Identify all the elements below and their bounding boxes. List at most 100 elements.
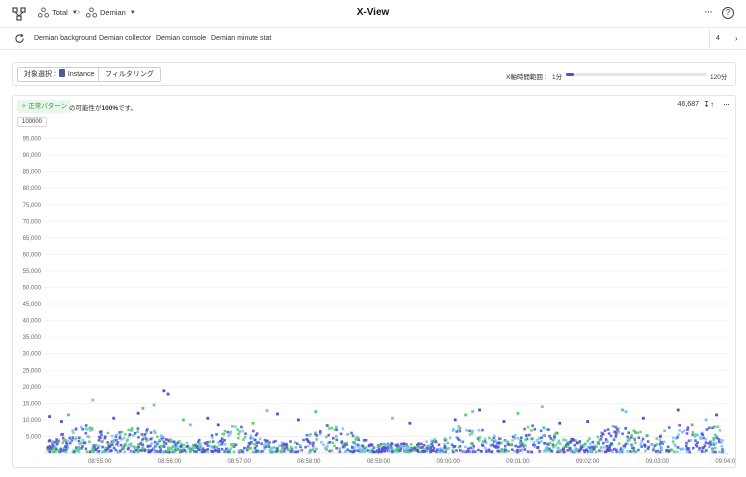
scatter-point	[217, 450, 220, 453]
scatter-point	[328, 440, 332, 444]
scatter-outlier-point[interactable]	[586, 420, 590, 423]
y-tick-label: 50,000	[23, 286, 42, 292]
tab-demian-background[interactable]: Demian background	[34, 35, 97, 42]
scatter-point	[253, 438, 257, 442]
scatter-point	[548, 441, 552, 445]
scatter-outlier-point[interactable]	[516, 411, 520, 415]
scatter-point	[546, 442, 549, 446]
scatter-outlier-point[interactable]	[641, 416, 645, 420]
scatter-point	[391, 449, 394, 453]
scatter-outlier-point[interactable]	[216, 423, 220, 427]
scatter-point	[267, 442, 271, 446]
scatter-outlier-point[interactable]	[391, 416, 394, 420]
target-select-button[interactable]: 対象選択 : Instance	[17, 67, 102, 82]
scatter-outlier-point[interactable]	[166, 392, 170, 396]
x-axis-range-slider[interactable]	[566, 73, 707, 76]
scatter-outlier-point[interactable]	[136, 411, 140, 415]
scatter-point	[666, 445, 670, 449]
scatter-point	[637, 448, 640, 452]
scatter-point	[472, 445, 476, 448]
scatter-outlier-point[interactable]	[162, 389, 166, 393]
scatter-point	[530, 450, 534, 454]
scatter-point	[703, 444, 707, 448]
scatter-outlier-point[interactable]	[91, 398, 95, 402]
scatter-outlier-point[interactable]	[314, 410, 318, 414]
scatter-outlier-point[interactable]	[715, 413, 718, 417]
scatter-point	[185, 441, 189, 445]
scatter-outlier-point[interactable]	[265, 409, 269, 413]
y-tick-label: 10,000	[23, 418, 42, 424]
scatter-point	[80, 425, 83, 429]
scatter-outlier-point[interactable]	[60, 420, 63, 423]
scatter-outlier-point[interactable]	[621, 408, 624, 412]
scatter-outlier-point[interactable]	[558, 421, 562, 425]
scatter-outlier-point[interactable]	[502, 420, 506, 423]
tab-demian-console[interactable]: Demian console	[156, 35, 206, 42]
scatter-point	[262, 444, 266, 447]
scatter-outlier-point[interactable]	[704, 418, 708, 422]
xview-scatter-chart[interactable]: 5,000 10,000 15,000 20,000 25,000 30,000 35,00…	[13, 96, 735, 467]
scatter-point	[526, 425, 530, 429]
sort-icon[interactable]: ↧↑	[703, 100, 714, 109]
scatter-point	[109, 449, 113, 452]
scatter-outlier-point[interactable]	[276, 412, 279, 416]
scatter-point	[688, 450, 692, 454]
x-tick-label: 08:55:00	[88, 459, 112, 465]
scatter-point	[618, 450, 622, 453]
filtering-button[interactable]: フィルタリング	[98, 67, 161, 82]
tab-count-dropdown[interactable]: 4 ›	[709, 29, 746, 50]
scatter-outlier-point[interactable]	[48, 415, 51, 418]
panel-more-icon[interactable]: ···	[723, 99, 730, 109]
scatter-outlier-point[interactable]	[112, 416, 116, 420]
scatter-outlier-point[interactable]	[453, 418, 457, 422]
scatter-point	[458, 426, 462, 430]
scatter-point	[169, 439, 173, 442]
scatter-point	[206, 450, 209, 454]
scatter-outlier-point[interactable]	[141, 406, 145, 410]
scatter-point	[141, 443, 144, 446]
scatter-point	[189, 449, 192, 452]
scatter-point	[493, 434, 496, 438]
scatter-outlier-point[interactable]	[181, 418, 185, 422]
tab-demian-minute-stat[interactable]: Demian minute stat	[211, 35, 271, 42]
scatter-point	[488, 436, 491, 440]
scatter-point	[586, 439, 590, 443]
scatter-point	[607, 446, 610, 450]
scatter-point	[227, 434, 230, 438]
scatter-point	[243, 446, 246, 450]
more-options-icon[interactable]: ···	[704, 6, 713, 18]
app-logo-icon[interactable]	[12, 7, 26, 21]
scatter-outlier-point[interactable]	[471, 410, 475, 414]
scatter-point	[530, 429, 533, 432]
scatter-outlier-point[interactable]	[188, 423, 192, 427]
y-tick-label: 80,000	[23, 186, 42, 192]
scatter-outlier-point[interactable]	[464, 413, 468, 417]
scatter-outlier-point[interactable]	[540, 405, 544, 409]
scatter-outlier-point[interactable]	[408, 421, 412, 425]
scatter-point	[614, 425, 617, 429]
scatter-outlier-point[interactable]	[251, 421, 255, 425]
scatter-outlier-point[interactable]	[676, 408, 680, 412]
breadcrumb-demian[interactable]: Demian ▼	[86, 7, 136, 18]
scatter-point	[226, 430, 230, 434]
scatter-point	[551, 443, 555, 446]
scatter-outlier-point[interactable]	[624, 410, 628, 414]
y-max-badge[interactable]: 100000	[17, 117, 48, 127]
scatter-outlier-point[interactable]	[690, 423, 694, 427]
scatter-point	[398, 449, 402, 453]
scatter-point	[229, 443, 233, 446]
scatter-point	[462, 450, 465, 454]
scatter-point	[299, 448, 302, 452]
scatter-outlier-point[interactable]	[66, 413, 70, 417]
scatter-outlier-point[interactable]	[206, 416, 210, 420]
scatter-point	[640, 440, 644, 443]
help-icon[interactable]: ?	[722, 7, 734, 19]
scatter-outlier-point[interactable]	[478, 408, 481, 412]
scatter-point	[609, 434, 613, 438]
scatter-point	[494, 439, 497, 442]
breadcrumb-total[interactable]: Total ▼	[38, 7, 78, 18]
refresh-icon[interactable]	[14, 33, 25, 44]
tab-demian-collector[interactable]: Demian collector	[99, 35, 151, 42]
scatter-outlier-point[interactable]	[152, 403, 156, 407]
scatter-outlier-point[interactable]	[296, 418, 300, 422]
